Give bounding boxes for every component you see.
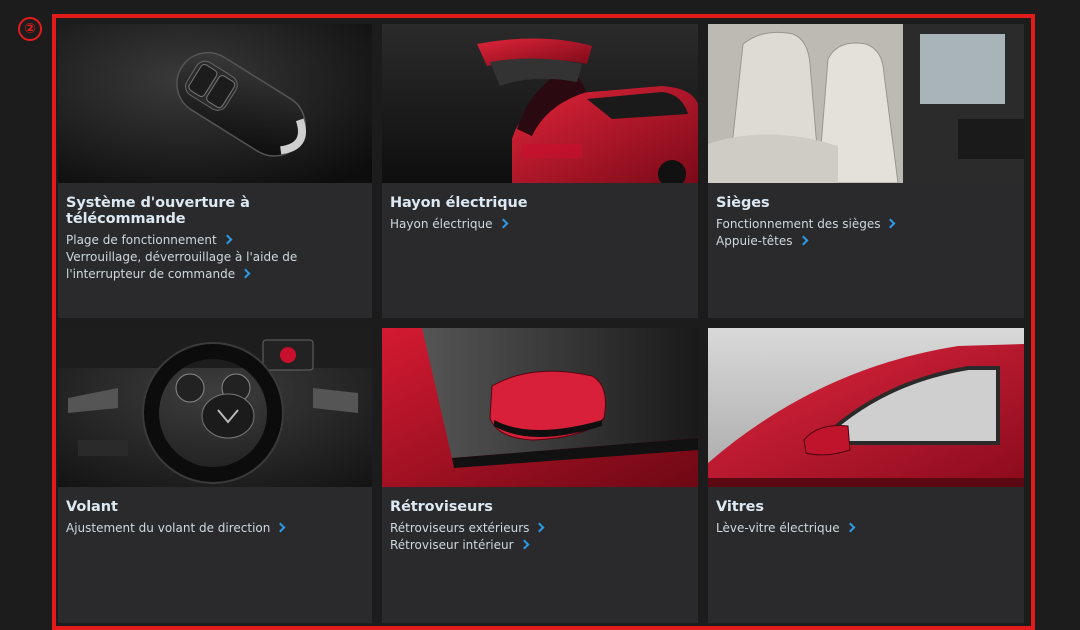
card-steering-wheel: Volant Ajustement du volant de direction xyxy=(58,328,372,623)
seats-image[interactable] xyxy=(708,24,1024,183)
link-label: Verrouillage, déverrouillage à l'aide de… xyxy=(66,250,298,281)
liftgate-image[interactable] xyxy=(382,24,698,183)
link-interior-mirror[interactable]: Rétroviseur intérieur xyxy=(390,537,690,554)
chevron-right-icon xyxy=(798,235,808,246)
link-label: Appuie-têtes xyxy=(716,234,793,248)
link-seat-operation[interactable]: Fonctionnement des sièges xyxy=(716,216,1016,233)
link-lock-unlock-switch[interactable]: Verrouillage, déverrouillage à l'aide de… xyxy=(66,249,364,283)
card-title: Système d'ouverture à télécommande xyxy=(66,195,250,227)
chevron-right-icon xyxy=(845,522,856,533)
step-number-badge: ② xyxy=(18,17,42,41)
card-windows: Vitres Lève-vitre électrique xyxy=(708,328,1024,623)
chevron-right-icon xyxy=(275,522,286,533)
link-label: Rétroviseur intérieur xyxy=(390,538,514,552)
window-image[interactable] xyxy=(708,328,1024,487)
link-headrests[interactable]: Appuie-têtes xyxy=(716,233,1016,250)
card-title: Rétroviseurs xyxy=(390,499,493,515)
feature-grid: Système d'ouverture à télécommande Plage… xyxy=(58,24,1024,626)
link-label: Rétroviseurs extérieurs xyxy=(390,521,530,535)
smart-key-image[interactable] xyxy=(58,24,372,183)
link-label: Plage de fonctionnement xyxy=(66,233,217,247)
link-exterior-mirrors[interactable]: Rétroviseurs extérieurs xyxy=(390,520,690,537)
card-remote-keyless: Système d'ouverture à télécommande Plage… xyxy=(58,24,372,318)
chevron-right-icon xyxy=(240,268,251,279)
chevron-right-icon xyxy=(498,218,508,229)
card-mirrors: Rétroviseurs Rétroviseurs extérieurs Rét… xyxy=(382,328,698,623)
card-title: Sièges xyxy=(716,195,770,211)
link-power-liftgate[interactable]: Hayon électrique xyxy=(390,216,690,233)
link-power-windows[interactable]: Lève-vitre électrique xyxy=(716,520,1016,537)
mirror-image[interactable] xyxy=(382,328,698,487)
card-power-liftgate: Hayon électrique Hayon électrique xyxy=(382,24,698,318)
link-label: Lève-vitre électrique xyxy=(716,521,840,535)
link-label: Hayon électrique xyxy=(390,217,493,231)
chevron-right-icon xyxy=(222,234,233,245)
chevron-right-icon xyxy=(534,522,545,533)
steering-wheel-image[interactable] xyxy=(58,328,372,487)
link-label: Fonctionnement des sièges xyxy=(716,217,881,231)
card-title: Hayon électrique xyxy=(390,195,528,211)
chevron-right-icon xyxy=(886,218,896,229)
link-steering-adjustment[interactable]: Ajustement du volant de direction xyxy=(66,520,364,537)
card-seats: Sièges Fonctionnement des sièges Appuie-… xyxy=(708,24,1024,318)
link-operating-range[interactable]: Plage de fonctionnement xyxy=(66,232,364,249)
card-title: Volant xyxy=(66,499,118,515)
card-title: Vitres xyxy=(716,499,764,515)
link-label: Ajustement du volant de direction xyxy=(66,521,271,535)
chevron-right-icon xyxy=(519,539,529,550)
